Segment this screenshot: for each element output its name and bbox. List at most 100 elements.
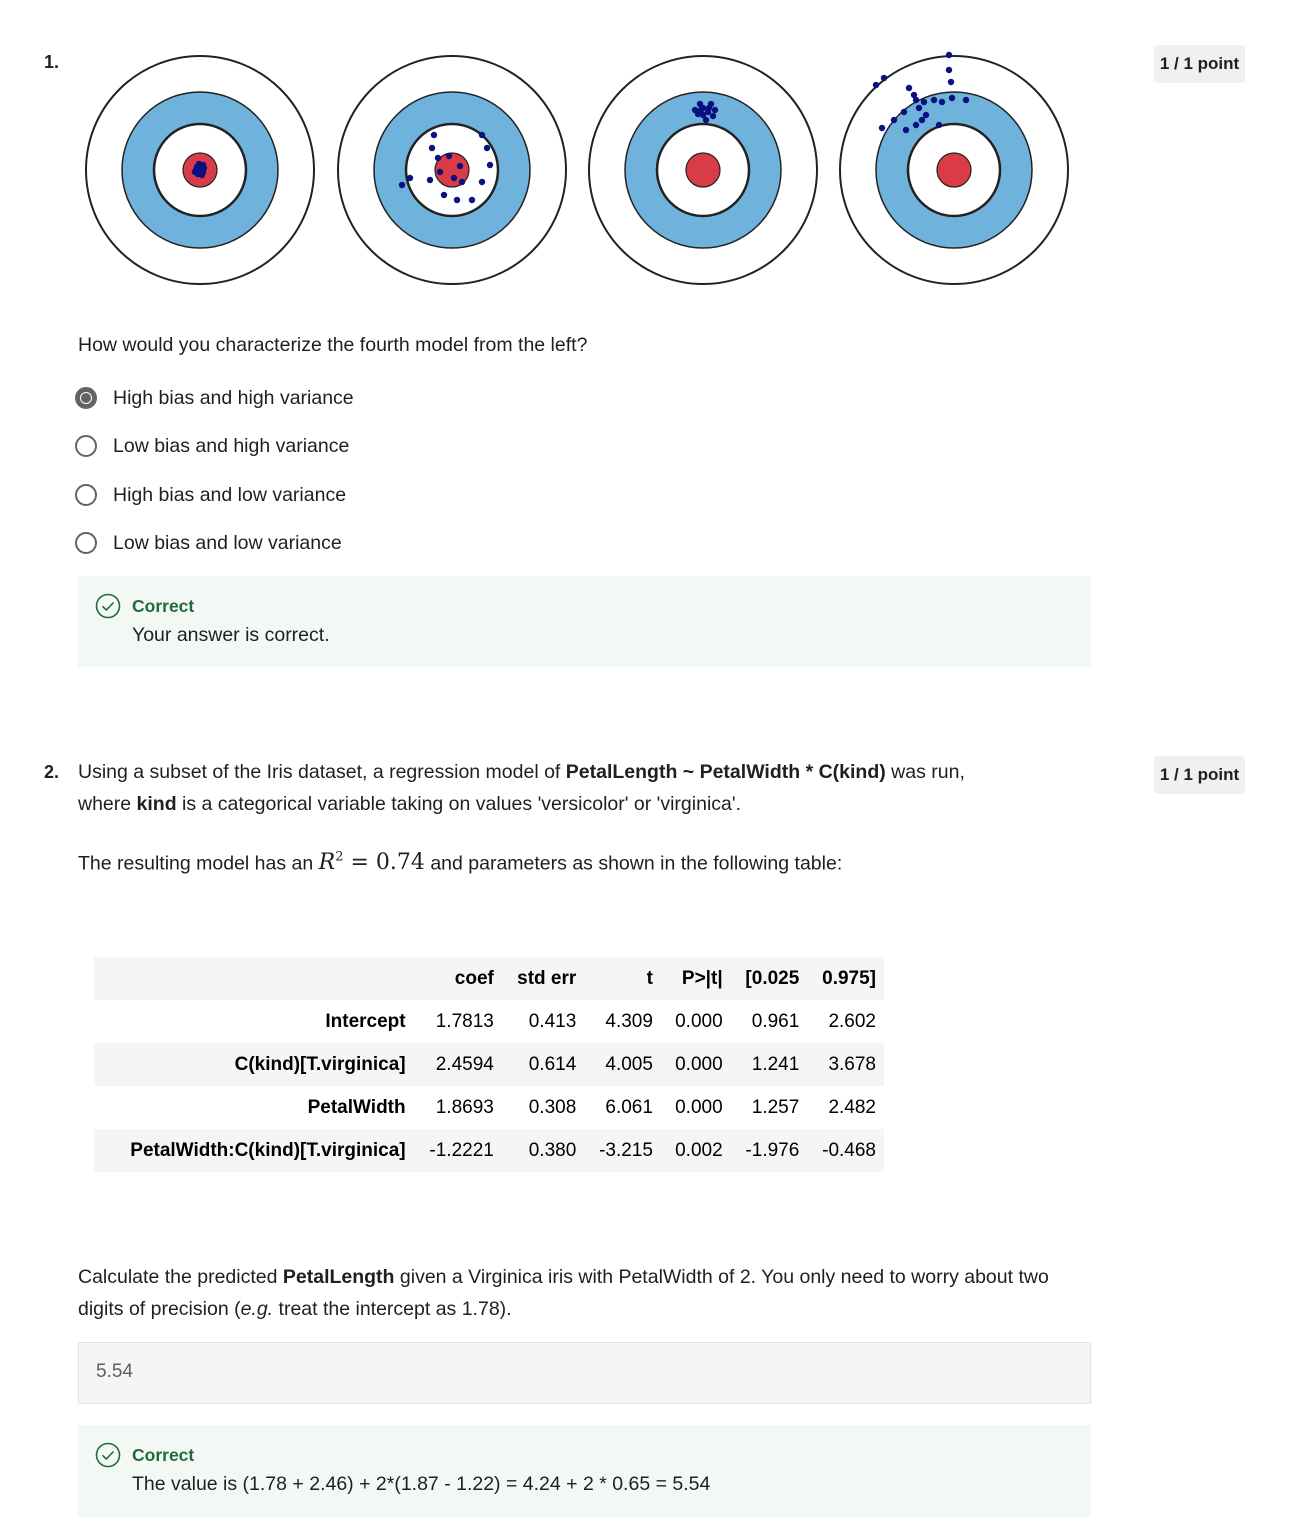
- table-cell: 2.4594: [435, 1053, 494, 1075]
- option-low-bias-low-variance[interactable]: Low bias and low variance: [75, 528, 342, 558]
- target-shot-dot: [430, 131, 438, 139]
- row-label: PetalWidth:C(kind)[T.virginica]: [130, 1139, 406, 1161]
- table-header: coef: [454, 967, 494, 989]
- answer-field[interactable]: 5.54: [78, 1342, 1091, 1404]
- target-shot-dot: [691, 106, 699, 114]
- r2-text: The resulting model has an: [78, 852, 319, 875]
- table-cell: 0.614: [528, 1053, 577, 1075]
- target-shot-dot: [918, 116, 926, 124]
- target-shot-dot: [962, 96, 970, 104]
- option-low-bias-high-variance[interactable]: Low bias and high variance: [75, 431, 349, 461]
- target-shot-dot: [945, 51, 953, 59]
- target-shot-dot: [426, 176, 434, 184]
- target-shot-dot: [483, 144, 491, 152]
- radio-icon[interactable]: [75, 435, 97, 457]
- target-shot-dot: [872, 81, 880, 89]
- feedback-title: Correct: [132, 1445, 195, 1465]
- target-shot-dot: [935, 121, 943, 129]
- target-shot-dot: [196, 169, 204, 177]
- table-cell: 2.482: [828, 1096, 876, 1118]
- table-cell: 6.061: [605, 1096, 653, 1118]
- table-row: PetalWidth 1.8693 0.308 6.061 0.000 1.25…: [94, 1086, 884, 1129]
- target-shot-dot: [890, 116, 898, 124]
- r2-sup: 2: [335, 850, 344, 865]
- table-cell: 0.308: [528, 1096, 577, 1118]
- target-shot-dot: [440, 191, 448, 199]
- points-badge: 1 / 1 point: [1154, 756, 1245, 794]
- table-cell: 0.413: [528, 1010, 577, 1032]
- table-cell: 3.678: [828, 1053, 876, 1075]
- target-shot-dot: [434, 154, 442, 162]
- feedback-text: Your answer is correct.: [132, 624, 330, 646]
- option-label: Low bias and low variance: [113, 531, 342, 554]
- option-high-bias-high-variance[interactable]: High bias and high variance: [75, 383, 354, 413]
- line2-text-end: is a categorical variable taking on valu…: [176, 793, 742, 815]
- feedback-panel: Correct Your answer is correct.: [78, 576, 1091, 667]
- table-header: P>|t|: [681, 967, 723, 989]
- question-number: 2.: [44, 762, 60, 782]
- target-shot-dot: [900, 108, 908, 116]
- table-cell: 0.000: [675, 1053, 723, 1075]
- table-row: C(kind)[T.virginica] 2.4594 0.614 4.005 …: [94, 1043, 884, 1086]
- radio-icon[interactable]: [75, 484, 97, 506]
- target-shot-dot: [697, 106, 705, 114]
- calc-line1: Calculate the predicted PetalLength give…: [78, 1261, 1049, 1293]
- target-shot-dot: [930, 96, 938, 104]
- target-shot-dot: [880, 74, 888, 82]
- target-shot-dot: [696, 100, 704, 108]
- calc-variable: PetalLength: [282, 1266, 395, 1288]
- calc-text-end: given a Virginica iris with PetalWidth o…: [394, 1266, 1049, 1288]
- calc2-text-end: treat the intercept as 1.78).: [273, 1298, 512, 1320]
- row-label: PetalWidth: [307, 1096, 406, 1118]
- target-shot-dot: [878, 124, 886, 132]
- question-intro-line2: where kind is a categorical variable tak…: [78, 788, 741, 820]
- target-shot-dot: [468, 196, 476, 204]
- target-shot-dot: [910, 91, 918, 99]
- target-bullseye: [936, 152, 972, 188]
- check-circle-icon: [95, 1442, 121, 1468]
- table-header: [0.025: [745, 967, 800, 989]
- table-cell: 0.000: [675, 1096, 723, 1118]
- table-cell: 4.309: [605, 1010, 653, 1032]
- table-cell: 1.257: [751, 1096, 800, 1118]
- table-cell: -0.468: [822, 1139, 876, 1161]
- answer-value: 5.54: [96, 1361, 133, 1382]
- target-shot-dot: [711, 106, 719, 114]
- calc2-text: digits of precision (: [78, 1298, 241, 1320]
- intro-formula: PetalLength ~ PetalWidth * C(kind): [565, 761, 886, 783]
- target-shot-dot: [445, 152, 453, 160]
- table-row: Intercept 1.7813 0.413 4.309 0.000 0.961…: [94, 1000, 884, 1043]
- row-label: C(kind)[T.virginica]: [234, 1053, 406, 1075]
- question-intro-line1: Using a subset of the Iris dataset, a re…: [78, 756, 965, 788]
- table-row: PetalWidth:C(kind)[T.virginica] -1.2221 …: [94, 1129, 884, 1172]
- option-label: High bias and low variance: [113, 483, 347, 506]
- target-shot-dot: [912, 121, 920, 129]
- target-shot-dot: [905, 84, 913, 92]
- target-shot-dot: [428, 144, 436, 152]
- table-cell: 1.7813: [435, 1010, 494, 1032]
- regression-table: coef std err t P>|t| [0.025 0.975] Inter…: [94, 957, 884, 1172]
- target-shot-dot: [478, 178, 486, 186]
- target-shot-dot: [902, 126, 910, 134]
- table-header: t: [646, 967, 653, 989]
- table-cell: 2.602: [828, 1010, 876, 1032]
- option-label: High bias and high variance: [113, 386, 354, 409]
- target-shot-dot: [920, 98, 928, 106]
- option-high-bias-low-variance[interactable]: High bias and low variance: [75, 480, 346, 510]
- line2-text: where: [78, 793, 137, 815]
- table-cell: -1.2221: [429, 1139, 494, 1161]
- target-shot-dot: [450, 174, 458, 182]
- target-shot-dot: [436, 168, 444, 176]
- table-cell: -3.215: [599, 1139, 653, 1161]
- radio-icon[interactable]: [75, 532, 97, 554]
- r-squared-line: The resulting model has an R2 = 0.74 and…: [78, 842, 842, 879]
- question-text: How would you characterize the fourth mo…: [78, 334, 588, 356]
- feedback-panel: Correct The value is (1.78 + 2.46) + 2*(…: [78, 1425, 1091, 1517]
- target-shot-dot: [938, 98, 946, 106]
- target-shot-dot: [406, 174, 414, 182]
- calc-text: Calculate the predicted: [78, 1266, 283, 1288]
- target-shot-dot: [398, 181, 406, 189]
- feedback-text: The value is (1.78 + 2.46) + 2*(1.87 - 1…: [132, 1473, 711, 1495]
- radio-selected-icon[interactable]: [75, 387, 97, 409]
- question-number: 1.: [44, 52, 60, 72]
